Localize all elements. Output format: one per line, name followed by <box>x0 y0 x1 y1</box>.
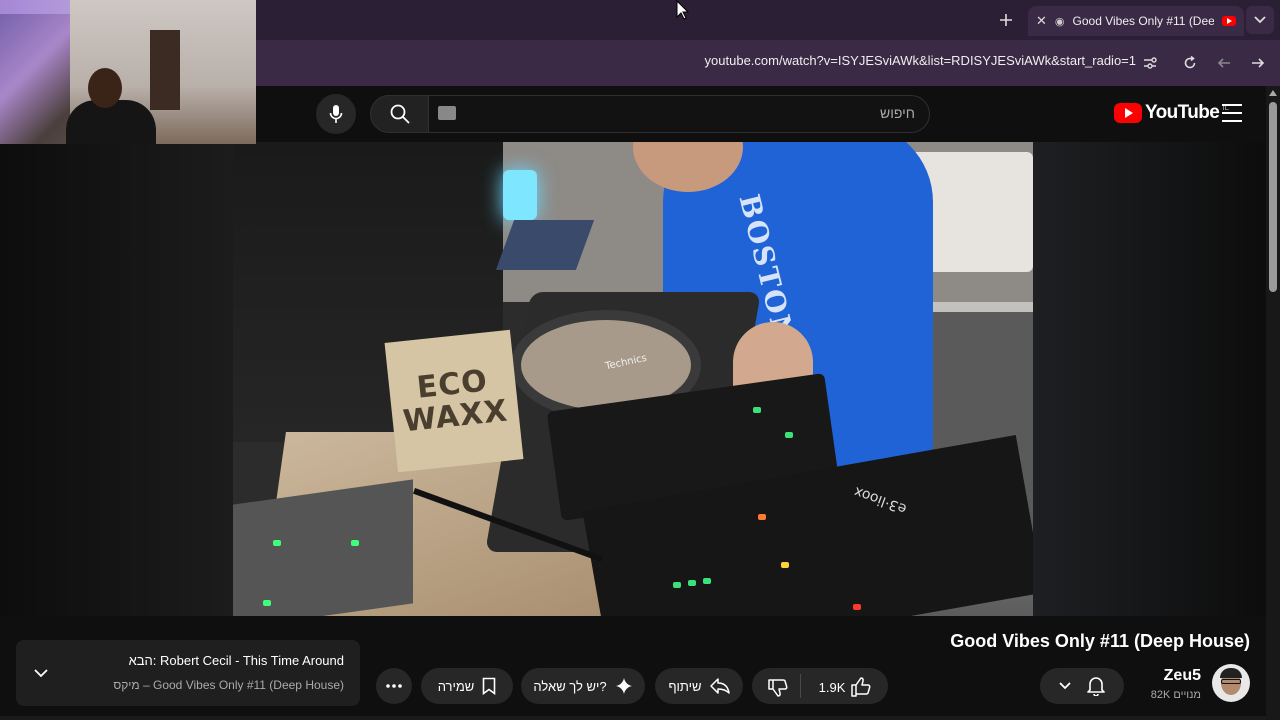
voice-search-button[interactable] <box>316 94 356 134</box>
save-button[interactable]: שמירה <box>421 668 513 704</box>
tab-close-icon[interactable]: ✕ <box>1036 13 1047 29</box>
video-led <box>273 540 281 546</box>
dislike-button[interactable] <box>762 676 794 698</box>
video-box-text-line2: WAXX <box>401 393 510 440</box>
more-actions-button[interactable] <box>376 668 412 704</box>
up-next-title[interactable]: הבא: Robert Cecil - This Time Around <box>100 653 344 668</box>
thumbs-down-icon <box>768 679 788 697</box>
share-button[interactable]: שיתוף <box>655 668 743 704</box>
channel-avatar[interactable] <box>1212 664 1250 702</box>
ambient-left <box>0 142 233 616</box>
url-text[interactable]: youtube.com/watch?v=ISYJESviAWk&list=RDI… <box>690 53 1136 68</box>
bookmark-icon <box>482 677 496 695</box>
ambient-right <box>1033 142 1266 616</box>
video-led <box>688 580 696 586</box>
back-button[interactable] <box>1210 49 1238 77</box>
video-frame[interactable]: BOSTON Technics e3·lioox ECO WAXX <box>233 142 1033 616</box>
youtube-logo-text: YouTube <box>1145 102 1220 123</box>
subscriber-count: 82K מנויים <box>1150 689 1201 701</box>
video-led <box>263 600 271 606</box>
youtube-logo[interactable]: YouTube IL <box>1114 102 1229 124</box>
share-label: שיתוף <box>668 678 702 694</box>
video-led <box>753 407 761 413</box>
tab-search-button[interactable] <box>1246 6 1274 34</box>
video-led <box>351 540 359 546</box>
sparkle-icon <box>615 678 632 694</box>
menu-icon[interactable] <box>1222 104 1242 122</box>
reload-button[interactable] <box>1176 49 1204 77</box>
video-led <box>758 514 766 520</box>
like-count: 1.9K <box>818 679 846 695</box>
browser-tab-active[interactable]: ✕ ◉ Good Vibes Only #11 (Deep <box>1028 6 1244 36</box>
forward-button[interactable] <box>1244 49 1272 77</box>
video-led <box>673 582 681 588</box>
up-next-card[interactable] <box>16 640 360 706</box>
tab-audio-icon: ◉ <box>1054 15 1065 28</box>
webcam-overlay <box>0 0 256 144</box>
ask-button[interactable]: יש לך שאלה? <box>521 668 645 704</box>
tab-title: Good Vibes Only #11 (Deep <box>1072 14 1214 28</box>
page-scrollbar[interactable] <box>1266 86 1280 720</box>
video-led <box>853 604 861 610</box>
youtube-play-icon <box>1114 103 1142 123</box>
avatar-hair <box>1220 668 1242 678</box>
up-next-subtitle: מיקס – Good Vibes Only #11 (Deep House) <box>113 678 344 692</box>
video-title: Good Vibes Only #11 (Deep House) <box>950 631 1250 651</box>
avatar-glasses <box>1221 679 1241 684</box>
video-device <box>233 479 413 616</box>
video-led <box>703 578 711 584</box>
channel-name[interactable]: Zeu5 <box>1130 667 1201 685</box>
bottom-strip <box>0 716 1266 720</box>
video-led <box>781 562 789 568</box>
bell-icon <box>1087 677 1105 696</box>
microphone-icon <box>329 105 343 123</box>
video-led <box>785 432 793 438</box>
share-icon <box>709 678 730 694</box>
mouse-cursor-icon <box>676 0 690 25</box>
like-divider <box>800 674 801 698</box>
save-label: שמירה <box>437 678 475 694</box>
search-button[interactable] <box>370 95 430 133</box>
subscribe-notification-button[interactable] <box>1040 668 1124 704</box>
scrollbar-thumb[interactable] <box>1269 102 1277 292</box>
site-settings-icon[interactable] <box>1136 49 1164 77</box>
chevron-down-icon[interactable] <box>30 662 52 684</box>
ask-label: יש לך שאלה? <box>533 678 607 694</box>
webcam-door <box>150 30 180 110</box>
more-horizontal-icon <box>386 684 402 688</box>
search-placeholder: חיפוש <box>880 105 915 121</box>
like-button[interactable]: 1.9K <box>812 674 878 700</box>
video-lamp <box>503 170 537 220</box>
thumbs-up-icon <box>851 677 871 697</box>
scroll-up-icon[interactable] <box>1269 90 1277 96</box>
youtube-favicon <box>1222 16 1236 26</box>
keyboard-icon[interactable] <box>438 106 456 120</box>
video-player-area[interactable]: BOSTON Technics e3·lioox ECO WAXX <box>0 142 1266 616</box>
video-ecowaxx-box: ECO WAXX <box>384 329 524 473</box>
webcam-person-head <box>88 68 122 108</box>
search-icon <box>390 104 410 124</box>
chevron-down-icon <box>1059 682 1071 690</box>
new-tab-button[interactable] <box>992 6 1020 34</box>
